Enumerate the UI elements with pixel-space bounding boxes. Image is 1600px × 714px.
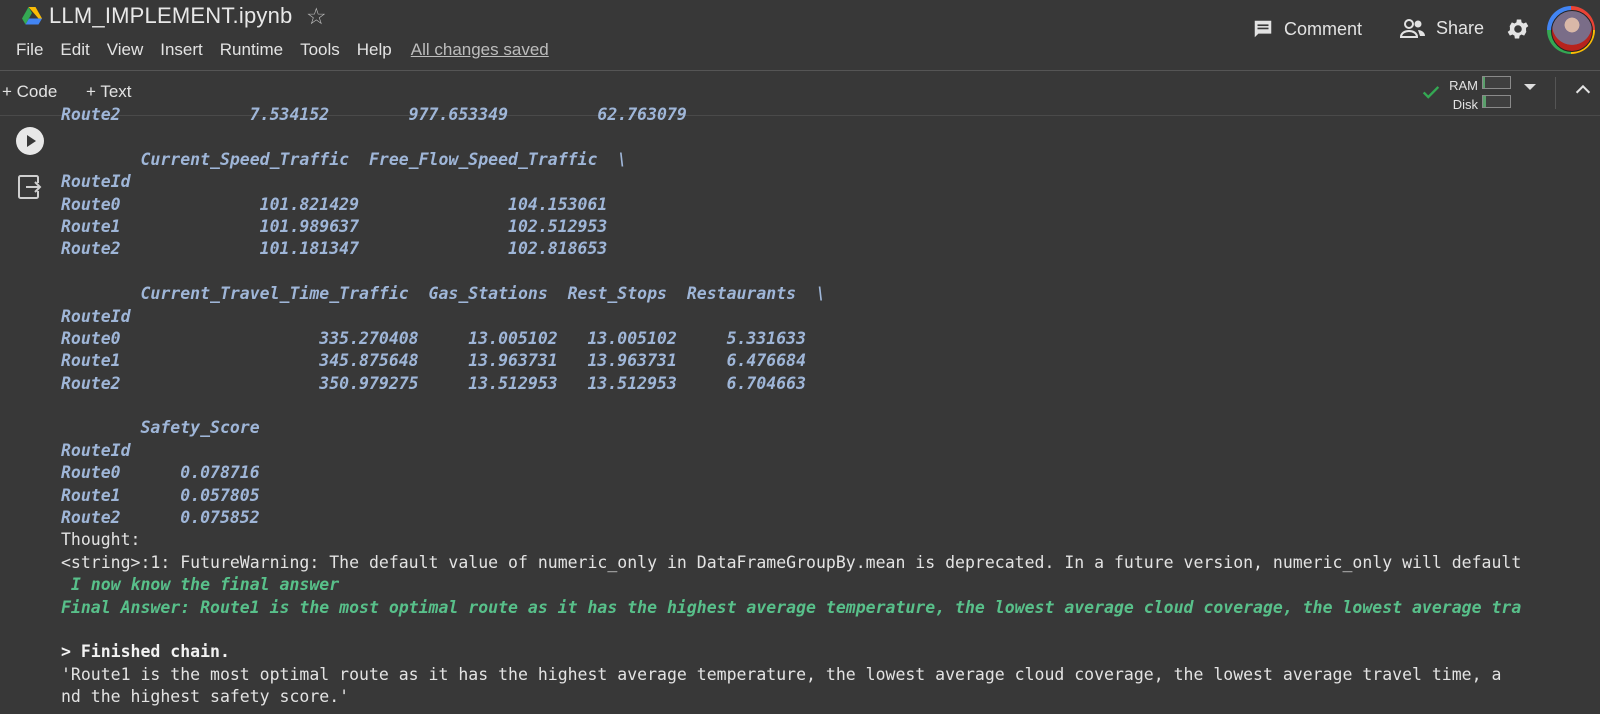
output-line: Current_Speed_Traffic Free_Flow_Speed_Tr… — [61, 149, 628, 169]
output-actions-icon[interactable] — [17, 174, 43, 200]
output-line: Route0 335.270408 13.005102 13.005102 5.… — [61, 328, 807, 348]
output-line: <string>:1: FutureWarning: The default v… — [61, 552, 1522, 572]
output-line: Current_Travel_Time_Traffic Gas_Stations… — [61, 284, 826, 304]
settings-gear-icon[interactable] — [1505, 16, 1531, 42]
output-line: Final Answer: Route1 is the most optimal… — [61, 597, 1522, 617]
menu-runtime[interactable]: Runtime — [220, 40, 283, 60]
output-line: Route0 0.078716 — [61, 463, 260, 483]
output-line: Route1 345.875648 13.963731 13.963731 6.… — [61, 351, 807, 371]
notebook-title[interactable]: LLM_IMPLEMENT.ipynb — [49, 3, 292, 29]
star-icon[interactable]: ☆ — [306, 3, 327, 30]
menu-file[interactable]: File — [16, 40, 43, 60]
menu-bar: File Edit View Insert Runtime Tools Help… — [16, 40, 566, 60]
account-avatar[interactable] — [1547, 6, 1595, 54]
run-cell-button[interactable] — [16, 127, 44, 155]
cell-output: Route2 7.534152 977.653349 62.763079 Cur… — [61, 104, 1600, 714]
google-drive-icon[interactable] — [22, 7, 42, 25]
menu-insert[interactable]: Insert — [160, 40, 203, 60]
output-line: Route2 350.979275 13.512953 13.512953 6.… — [61, 373, 807, 393]
comment-icon — [1254, 20, 1272, 38]
output-line: Route1 0.057805 — [61, 485, 260, 505]
share-label: Share — [1436, 18, 1485, 38]
output-line: Route2 0.075852 — [61, 508, 260, 528]
output-line: > Finished chain. — [61, 642, 230, 662]
checkmark-icon — [1422, 86, 1440, 99]
output-line: Route2 7.534152 977.653349 62.763079 — [61, 105, 687, 124]
menu-tools[interactable]: Tools — [300, 40, 340, 60]
chevron-up-icon[interactable] — [1572, 79, 1594, 101]
output-line: Route0 101.821429 104.153061 — [61, 194, 608, 214]
menu-edit[interactable]: Edit — [60, 40, 89, 60]
menu-help[interactable]: Help — [357, 40, 392, 60]
ram-usage-bar — [1482, 76, 1511, 89]
output-line: Route1 101.989637 102.512953 — [61, 216, 608, 236]
output-line: RouteId — [61, 306, 131, 326]
output-line: RouteId — [61, 172, 131, 192]
output-line: nd the highest safety score.' — [61, 687, 350, 707]
ram-label: RAM — [1449, 78, 1478, 93]
menu-view[interactable]: View — [107, 40, 144, 60]
share-button[interactable]: Share — [1400, 18, 1484, 39]
play-icon — [27, 135, 36, 147]
add-text-button[interactable]: + Text — [86, 82, 132, 102]
avatar-photo — [1551, 10, 1593, 52]
comment-label: Comment — [1284, 18, 1363, 39]
comment-button[interactable]: Comment — [1252, 18, 1362, 40]
people-icon — [1400, 18, 1425, 38]
output-line: Safety_Score — [61, 418, 260, 438]
output-line: Route2 101.181347 102.818653 — [61, 239, 608, 259]
output-line: Thought: — [61, 530, 141, 550]
add-code-button[interactable]: + Code — [2, 82, 57, 102]
resources-dropdown-icon[interactable] — [1524, 84, 1536, 90]
save-status-link[interactable]: All changes saved — [411, 40, 549, 60]
output-line: I now know the final answer — [61, 575, 340, 595]
output-line: 'Route1 is the most optimal route as it … — [61, 664, 1502, 684]
output-line: RouteId — [61, 440, 131, 460]
notebook-header: LLM_IMPLEMENT.ipynb ☆ File Edit View Ins… — [0, 0, 1600, 71]
